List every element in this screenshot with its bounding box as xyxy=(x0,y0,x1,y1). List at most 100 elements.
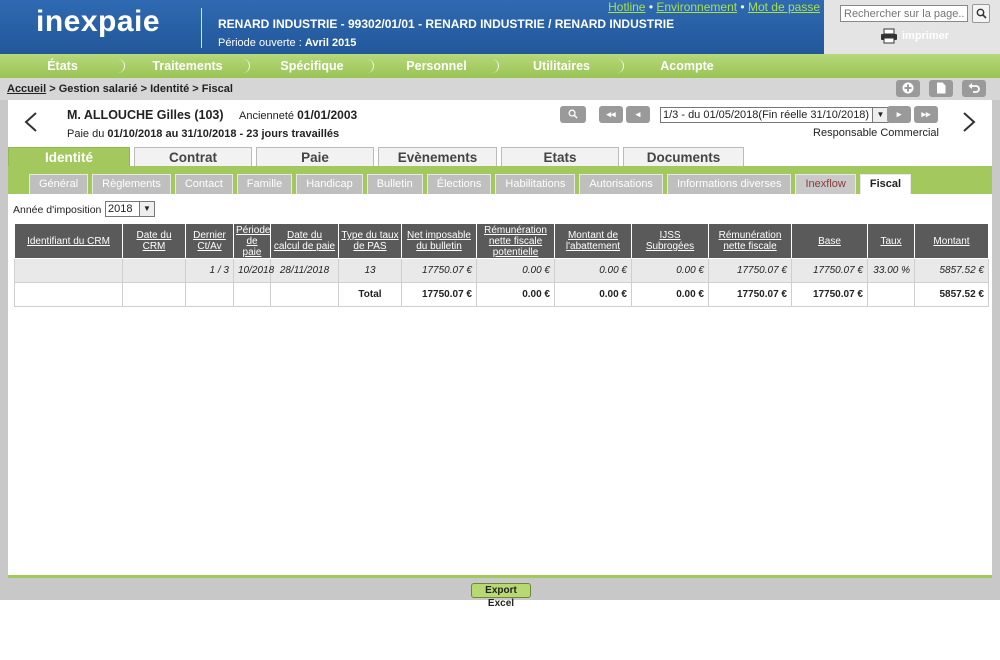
tab-documents[interactable]: Documents xyxy=(623,147,744,166)
add-button[interactable] xyxy=(896,80,920,97)
first-period-button[interactable]: ◂◂ xyxy=(599,106,623,123)
table-cell xyxy=(122,258,186,283)
subtab-inexflow[interactable]: Inexflow xyxy=(795,174,856,194)
subtab-fiscal[interactable]: Fiscal xyxy=(859,174,912,194)
column-header[interactable]: Montant xyxy=(914,223,989,259)
export-excel-button[interactable]: Export Excel xyxy=(471,583,531,609)
table-total-row: Total 17750.07 € 0.00 € 0.00 € 0.00 € 17… xyxy=(14,282,989,307)
table-cell xyxy=(14,258,123,283)
column-header[interactable]: Dernier Ct/Av xyxy=(185,223,234,259)
table-row: 1 / 3 10/2018 28/11/2018 13 17750.07 € 0… xyxy=(14,258,989,283)
table-cell: 5857.52 € xyxy=(914,258,989,283)
subtab-bulletin[interactable]: Bulletin xyxy=(366,174,423,194)
pay-period-info: Paie du 01/10/2018 au 31/10/2018 - 23 jo… xyxy=(67,128,339,140)
search-icon xyxy=(568,109,578,119)
subtab-handicap[interactable]: Handicap xyxy=(296,174,363,194)
menu-item-specifique[interactable]: Spécifique xyxy=(250,54,374,78)
previous-employee-button[interactable] xyxy=(24,108,38,139)
page-search-input[interactable] xyxy=(840,5,968,22)
add-icon xyxy=(902,82,914,94)
tax-year-select[interactable]: 2018 ▼ xyxy=(105,201,155,217)
column-header[interactable]: Identifiant du CRM xyxy=(14,223,123,259)
last-period-button[interactable]: ▸▸ xyxy=(914,106,938,123)
open-period-label: Période ouverte : xyxy=(218,37,305,49)
tab-identite[interactable]: Identité xyxy=(8,147,130,166)
password-link[interactable]: Mot de passe xyxy=(748,0,820,14)
subtab-famille[interactable]: Famille xyxy=(236,174,293,194)
period-select[interactable]: 1/3 - du 01/05/2018(Fin réelle 31/10/201… xyxy=(660,107,889,123)
menu-item-etats[interactable]: États xyxy=(0,54,125,78)
tax-year-value: 2018 xyxy=(108,203,133,215)
printer-icon xyxy=(881,28,897,44)
table-cell: 1 / 3 xyxy=(185,258,234,283)
main-menu: États Traitements Spécifique Personnel U… xyxy=(0,54,1000,78)
previous-period-button[interactable]: ◂ xyxy=(626,106,650,123)
column-header[interactable]: Type du taux de PAS xyxy=(338,223,402,259)
table-cell: 17750.07 € xyxy=(401,258,477,283)
table-cell: 0.00 € xyxy=(631,258,709,283)
environment-link[interactable]: Environnement xyxy=(656,0,737,14)
tax-year-label: Année d'imposition : xyxy=(13,204,108,216)
seniority-label: Ancienneté xyxy=(239,110,298,122)
table-cell: 17750.07 € xyxy=(401,282,477,307)
employee-seniority: Ancienneté 01/01/2003 xyxy=(239,108,357,122)
fiscal-table: Identifiant du CRM Date du CRM Dernier C… xyxy=(14,223,989,307)
tab-contrat[interactable]: Contrat xyxy=(134,147,252,166)
subtab-elections[interactable]: Élections xyxy=(426,174,492,194)
undo-icon xyxy=(968,83,980,93)
link-separator: • xyxy=(645,0,657,14)
column-header[interactable]: Base xyxy=(791,223,868,259)
breadcrumb: Accueil > Gestion salarié > Identité > F… xyxy=(7,83,233,95)
next-period-button[interactable]: ▸ xyxy=(887,106,911,123)
print-label: imprimer xyxy=(902,30,950,42)
subtab-autorisations[interactable]: Autorisations xyxy=(579,174,663,194)
column-header[interactable]: Montant de l'abattement xyxy=(554,223,632,259)
subtab-general[interactable]: Général xyxy=(29,174,89,194)
table-cell xyxy=(122,282,186,307)
tab-etats[interactable]: Etats xyxy=(501,147,619,166)
breadcrumb-item: Identité xyxy=(150,83,190,95)
breadcrumb-home-link[interactable]: Accueil xyxy=(7,83,46,95)
page-search-button[interactable] xyxy=(972,4,990,23)
column-header[interactable]: Date du calcul de paie xyxy=(270,223,339,259)
menu-item-acompte[interactable]: Acompte xyxy=(624,54,750,78)
column-header[interactable]: Net imposable du bulletin xyxy=(401,223,477,259)
table-cell: 0.00 € xyxy=(476,258,555,283)
last-page-icon: ▸▸ xyxy=(921,109,931,119)
table-cell xyxy=(14,282,123,307)
employee-job-title: Responsable Commercial xyxy=(813,127,939,139)
chevron-down-icon: ▼ xyxy=(872,108,888,122)
link-separator: • xyxy=(737,0,748,14)
seniority-date: 01/01/2003 xyxy=(297,108,358,122)
employee-search-button[interactable] xyxy=(560,106,586,123)
menu-item-traitements[interactable]: Traitements xyxy=(125,54,250,78)
tab-paie[interactable]: Paie xyxy=(256,147,374,166)
search-icon xyxy=(976,8,987,19)
hotline-link[interactable]: Hotline xyxy=(608,0,645,14)
open-period-value: Avril 2015 xyxy=(304,37,357,49)
tab-evenements[interactable]: Evènements xyxy=(378,147,497,166)
column-header[interactable]: Rémunération nette fiscale potentielle xyxy=(476,223,555,259)
column-header[interactable]: IJSS Subrogées xyxy=(631,223,709,259)
print-button[interactable]: imprimer xyxy=(880,28,949,44)
document-button[interactable] xyxy=(929,80,953,97)
column-header[interactable]: Date du CRM xyxy=(122,223,186,259)
column-header[interactable]: Taux xyxy=(867,223,915,259)
table-cell: 0.00 € xyxy=(554,258,632,283)
next-employee-button[interactable] xyxy=(962,108,976,139)
subtab-informations-diverses[interactable]: Informations diverses xyxy=(666,174,792,194)
company-name: RENARD INDUSTRIE - 99302/01/01 - RENARD … xyxy=(218,17,675,31)
table-cell: 0.00 € xyxy=(554,282,632,307)
subtab-habilitations[interactable]: Habilitations xyxy=(495,174,576,194)
subtab-contact[interactable]: Contact xyxy=(174,174,233,194)
table-cell xyxy=(867,282,915,307)
subtab-reglements[interactable]: Règlements xyxy=(92,174,171,194)
column-header[interactable]: Rémunération nette fiscale xyxy=(708,223,792,259)
total-label: Total xyxy=(338,282,402,307)
column-header[interactable]: Période de paie xyxy=(233,223,271,259)
chevron-right-icon xyxy=(963,112,976,132)
menu-item-personnel[interactable]: Personnel xyxy=(374,54,499,78)
main-tabs: Identité Contrat Paie Evènements Etats D… xyxy=(8,147,748,166)
menu-item-utilitaires[interactable]: Utilitaires xyxy=(499,54,624,78)
back-button[interactable] xyxy=(962,80,986,97)
